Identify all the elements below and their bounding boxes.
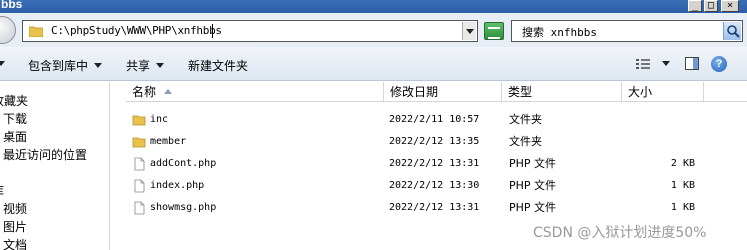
address-dropdown-button[interactable] xyxy=(462,22,476,40)
forward-button[interactable] xyxy=(0,16,16,44)
file-date: 2022/2/11 10:57 xyxy=(389,114,480,125)
file-date: 2022/2/12 13:31 xyxy=(389,158,480,169)
file-size: 1 KB xyxy=(670,202,695,213)
share-label: 共享 xyxy=(126,59,151,73)
file-icon xyxy=(134,201,145,215)
command-bar: 包含到库中 共享 新建文件夹 ? xyxy=(0,47,747,81)
close-button[interactable]: × xyxy=(721,0,739,12)
file-size: 1 KB xyxy=(670,180,695,191)
column-size-label: 大小 xyxy=(628,85,653,99)
file-date: 2022/2/12 13:35 xyxy=(389,136,480,147)
maximize-button[interactable]: □ xyxy=(704,0,718,12)
sort-ascending-icon xyxy=(164,85,173,94)
file-date: 2022/2/12 13:31 xyxy=(389,202,480,213)
address-bar[interactable]: C:\phpStudy\WWW\PHP\xnfhbbs xyxy=(22,20,478,42)
file-type: 文件夹 xyxy=(509,135,542,148)
chevron-down-icon xyxy=(156,63,165,72)
file-size: 2 KB xyxy=(670,158,695,169)
nav-pictures[interactable]: 图片 xyxy=(3,218,27,235)
file-date: 2022/2/12 13:30 xyxy=(389,180,480,191)
folder-icon xyxy=(29,26,43,37)
watermark-text: CSDN @入狱计划进度50% xyxy=(533,225,707,241)
new-folder-label: 新建文件夹 xyxy=(188,59,249,73)
folder-icon xyxy=(132,115,146,126)
nav-documents[interactable]: 文档 xyxy=(3,236,27,250)
help-icon[interactable]: ? xyxy=(711,56,727,72)
folder-icon xyxy=(132,137,146,148)
file-type: 文件夹 xyxy=(509,113,542,126)
column-header-row: 名称 修改日期 类型 大小 xyxy=(126,82,747,102)
column-date-label: 修改日期 xyxy=(390,85,439,99)
file-row[interactable]: index.php 2022/2/12 13:30 PHP 文件 1 KB xyxy=(126,175,747,197)
text-caret xyxy=(212,24,213,38)
file-row[interactable]: inc 2022/2/11 10:57 文件夹 xyxy=(126,109,747,131)
nav-videos[interactable]: 视频 xyxy=(3,200,27,217)
file-name: showmsg.php xyxy=(150,202,217,213)
file-icon xyxy=(134,179,145,193)
file-name: member xyxy=(150,136,187,147)
share-button[interactable]: 共享 xyxy=(126,57,165,74)
file-name: index.php xyxy=(150,180,205,191)
window-title-bar: bbs _ □ × xyxy=(0,0,747,13)
search-button[interactable] xyxy=(723,22,741,40)
nav-favorites[interactable]: 收藏夹 xyxy=(0,92,28,109)
search-placeholder: 搜索 xnfhbbs xyxy=(522,26,597,39)
file-name: addCont.php xyxy=(150,158,217,169)
refresh-button[interactable] xyxy=(484,22,504,40)
window-title: bbs xyxy=(1,0,23,11)
address-path: C:\phpStudy\WWW\PHP\xnfhbbs xyxy=(51,24,222,37)
nav-recent-places[interactable]: 最近访问的位置 xyxy=(3,146,87,163)
file-type: PHP 文件 xyxy=(509,179,557,192)
file-row[interactable]: member 2022/2/12 13:35 文件夹 xyxy=(126,131,747,153)
include-in-library-button[interactable]: 包含到库中 xyxy=(28,57,103,74)
chevron-down-icon xyxy=(94,63,103,72)
file-size xyxy=(629,131,695,153)
column-type[interactable]: 类型 xyxy=(502,82,622,102)
search-input[interactable]: 搜索 xnfhbbs xyxy=(511,20,743,42)
file-size xyxy=(629,109,695,131)
file-type: PHP 文件 xyxy=(509,201,557,214)
file-icon xyxy=(134,157,145,171)
nav-downloads[interactable]: 下载 xyxy=(3,110,27,127)
new-folder-button[interactable]: 新建文件夹 xyxy=(188,57,248,74)
navigation-pane: 收藏夹 下载 桌面 最近访问的位置 库 视频 图片 文档 xyxy=(0,82,110,250)
views-dropdown-icon[interactable] xyxy=(662,61,670,70)
address-row: C:\phpStudy\WWW\PHP\xnfhbbs 搜索 xnfhbbs xyxy=(0,13,747,47)
column-name[interactable]: 名称 xyxy=(126,82,384,102)
file-row[interactable]: showmsg.php 2022/2/12 13:31 PHP 文件 1 KB xyxy=(126,197,747,219)
organize-arrow[interactable] xyxy=(0,57,5,71)
search-icon xyxy=(727,25,740,38)
preview-pane-icon[interactable] xyxy=(685,57,699,70)
minimize-button[interactable]: _ xyxy=(688,0,702,12)
file-type: PHP 文件 xyxy=(509,157,557,170)
column-name-label: 名称 xyxy=(132,85,157,99)
column-date[interactable]: 修改日期 xyxy=(384,82,502,102)
nav-desktop[interactable]: 桌面 xyxy=(3,128,27,145)
file-name: inc xyxy=(150,114,169,125)
include-in-library-label: 包含到库中 xyxy=(28,59,89,73)
file-row[interactable]: addCont.php 2022/2/12 13:31 PHP 文件 2 KB xyxy=(126,153,747,175)
nav-libraries[interactable]: 库 xyxy=(0,182,4,199)
column-type-label: 类型 xyxy=(508,85,533,99)
column-size[interactable]: 大小 xyxy=(622,82,704,102)
views-icon[interactable] xyxy=(636,59,650,69)
